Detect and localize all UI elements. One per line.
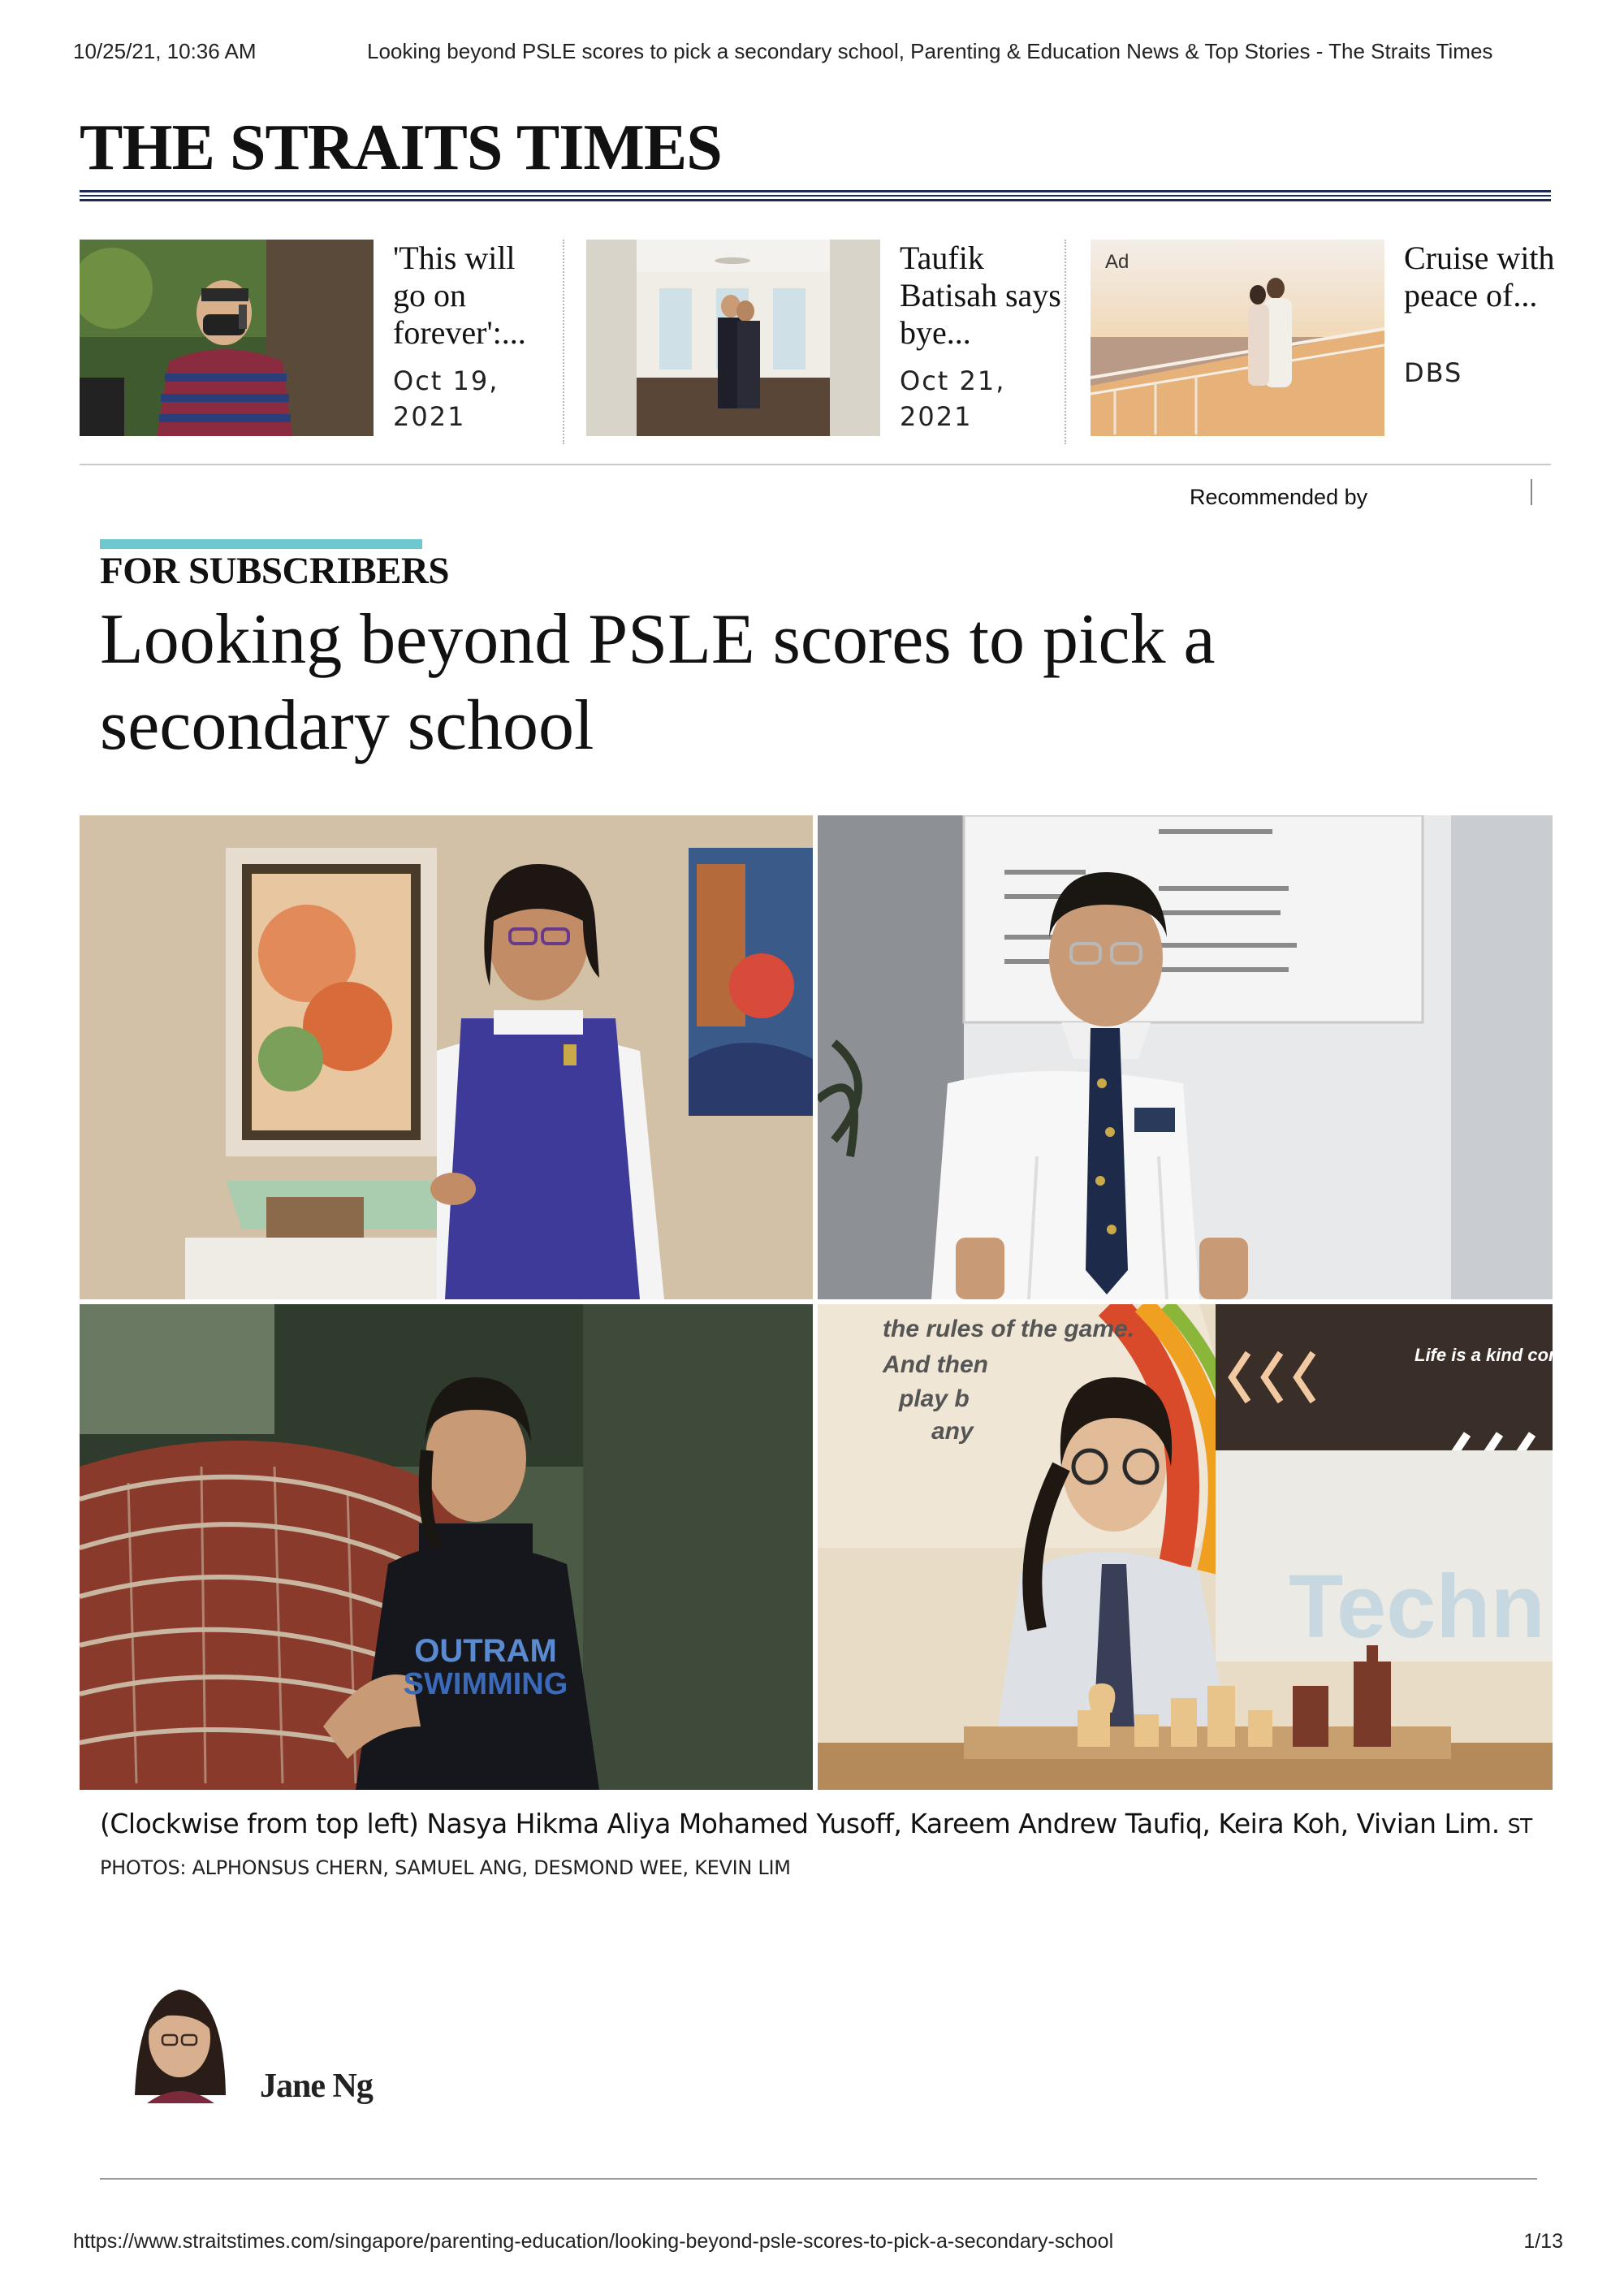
- recommendation-thumbnail-2[interactable]: [586, 240, 880, 436]
- print-datetime: 10/25/21, 10:36 AM: [73, 39, 257, 63]
- wall-text-4: any: [931, 1418, 974, 1445]
- recommendation-headline-1[interactable]: 'This will go on forever':...: [393, 240, 555, 352]
- recommendation-headline-ad[interactable]: Cruise with peace of...: [1404, 240, 1566, 314]
- shirt-text-bottom: SWIMMING: [404, 1667, 568, 1701]
- hero-photo-top-left: [80, 815, 813, 1299]
- recommendation-year-1: 2021: [393, 401, 466, 432]
- wall-text-3: play b: [898, 1385, 970, 1412]
- recommendation-thumbnail-1[interactable]: [80, 240, 374, 436]
- ad-sponsor[interactable]: DBS: [1404, 355, 1566, 391]
- print-url: https://www.straitstimes.com/singapore/p…: [73, 2230, 1114, 2253]
- hero-image-collage: OUTRAM SWIMMING the rules of the game. A…: [80, 815, 1553, 1790]
- author-name[interactable]: Jane Ng: [260, 2067, 374, 2106]
- masthead-rules: [80, 190, 1551, 201]
- strip-divider: [1065, 240, 1066, 444]
- author-avatar[interactable]: [119, 1965, 240, 2103]
- recommendation-headline-2[interactable]: Taufik Batisah says bye...: [900, 240, 1062, 352]
- print-page-number: 1/13: [1523, 2230, 1563, 2253]
- caption-text: (Clockwise from top left) Nasya Hikma Al…: [100, 1808, 1500, 1839]
- article-title: Looking beyond PSLE scores to pick a sec…: [100, 600, 1216, 765]
- recommendation-year-2: 2021: [900, 401, 973, 432]
- hero-photo-bottom-left: OUTRAM SWIMMING: [80, 1304, 813, 1790]
- straits-times-logo[interactable]: THE STRAITS TIMES: [80, 115, 1551, 180]
- hero-photo-bottom-right: the rules of the game. And then play b a…: [818, 1304, 1553, 1790]
- strip-bottom-rule: [80, 464, 1551, 465]
- ad-label: Ad: [1105, 251, 1129, 273]
- print-header: 10/25/21, 10:36 AM Looking beyond PSLE s…: [73, 39, 1551, 71]
- recommendation-date-2: Oct 21,: [900, 365, 1006, 396]
- recommendation-date-1: Oct 19,: [393, 365, 499, 396]
- masthead: THE STRAITS TIMES: [80, 115, 1551, 204]
- image-caption: (Clockwise from top left) Nasya Hikma Al…: [100, 1808, 1553, 1839]
- caption-credit: ST: [1507, 1814, 1533, 1838]
- banner-text: Techn: [1289, 1557, 1545, 1657]
- recommended-by-divider: [1531, 479, 1532, 505]
- strip-divider: [563, 240, 564, 444]
- subscriber-accent-bar: [100, 539, 422, 549]
- photo-credit: PHOTOS: ALPHONSUS CHERN, SAMUEL ANG, DES…: [100, 1856, 791, 1879]
- author-bottom-rule: [100, 2178, 1537, 2180]
- wall-text-1: the rules of the game.: [883, 1316, 1134, 1342]
- recommendation-strip: 'This will go on forever':... Oct 19, 20…: [80, 240, 1555, 444]
- recommended-by-label[interactable]: Recommended by: [1190, 485, 1367, 510]
- shirt-text-top: OUTRAM: [414, 1633, 557, 1669]
- subscriber-kicker: FOR SUBSCRIBERS: [100, 550, 449, 592]
- hero-photo-top-right: [818, 815, 1553, 1299]
- sign-text: Life is a kind competition: [1415, 1345, 1553, 1365]
- print-document-title: Looking beyond PSLE scores to pick a sec…: [367, 39, 1493, 63]
- wall-text-2: And then: [882, 1351, 988, 1378]
- recommendation-thumbnail-ad[interactable]: Ad: [1091, 240, 1384, 436]
